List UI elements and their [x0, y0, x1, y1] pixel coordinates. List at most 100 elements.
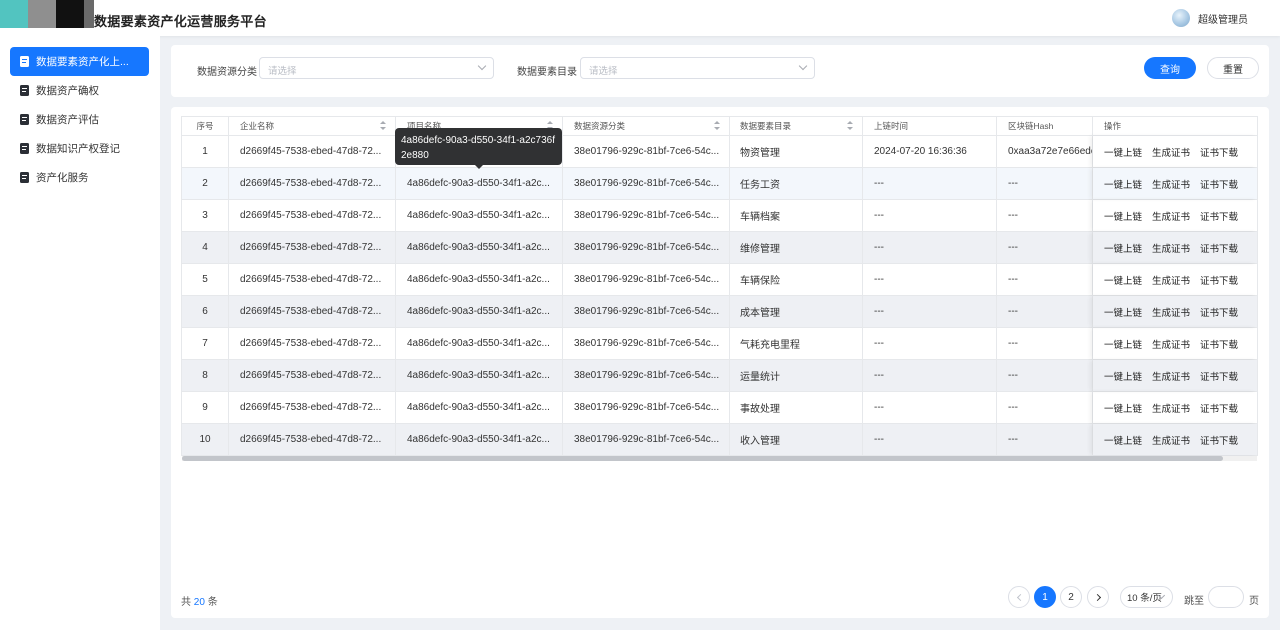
category-select-placeholder: 请选择: [268, 66, 297, 77]
table-row[interactable]: 1d2669f45-7538-ebed-47d8-72...4a86defc-9…: [181, 136, 1258, 168]
cell-index: 7: [182, 328, 229, 359]
download-certificate-button[interactable]: 证书下载: [1200, 241, 1238, 255]
generate-certificate-button[interactable]: 生成证书: [1152, 273, 1190, 287]
column-header-label: 企业名称: [240, 121, 275, 131]
filter-panel: 数据资源分类 请选择 数据要素目录 请选择 查询 重置: [171, 45, 1269, 97]
cell-company: d2669f45-7538-ebed-47d8-72...: [229, 264, 396, 295]
chain-button[interactable]: 一键上链: [1104, 273, 1142, 287]
column-header-index: 序号: [182, 117, 229, 135]
table-row[interactable]: 6 d2669f45-7538-ebed-47d8-72... 4a86defc-9…: [181, 296, 1258, 328]
table-row[interactable]: 3 d2669f45-7538-ebed-47d8-72... 4a86defc-9…: [181, 200, 1258, 232]
cell-category: 38e01796-929c-81bf-7ce6-54c...: [563, 392, 730, 423]
chain-button[interactable]: 一键上链: [1104, 337, 1142, 351]
table-row[interactable]: 5 d2669f45-7538-ebed-47d8-72... 4a86defc-9…: [181, 264, 1258, 296]
scrollbar-thumb[interactable]: [182, 456, 1223, 461]
cell-hash: ---: [997, 232, 1093, 263]
download-certificate-button[interactable]: 证书下载: [1200, 273, 1238, 287]
sidebar-item-asset-chain[interactable]: 数据要素资产化上...: [10, 47, 149, 76]
download-certificate-button[interactable]: 证书下载: [1200, 433, 1238, 447]
cell-chain-time: ---: [863, 328, 997, 359]
generate-certificate-button[interactable]: 生成证书: [1152, 369, 1190, 383]
next-page-button[interactable]: [1087, 586, 1109, 608]
chain-button[interactable]: 一键上链: [1104, 145, 1142, 159]
generate-certificate-button[interactable]: 生成证书: [1152, 401, 1190, 415]
sidebar-item-asset-evaluation[interactable]: 数据资产评估: [10, 105, 149, 134]
cell-hash: ---: [997, 392, 1093, 423]
sidebar-item-asset-services[interactable]: 资产化服务: [10, 163, 149, 192]
user-menu[interactable]: 超级管理员: [1172, 9, 1248, 27]
column-header-category[interactable]: 数据资源分类: [563, 117, 730, 135]
cell-hash: ---: [997, 360, 1093, 391]
chain-button[interactable]: 一键上链: [1104, 401, 1142, 415]
table-row[interactable]: 8 d2669f45-7538-ebed-47d8-72... 4a86defc-9…: [181, 360, 1258, 392]
horizontal-scrollbar[interactable]: [182, 456, 1257, 461]
chain-button[interactable]: 一键上链: [1104, 369, 1142, 383]
column-header-catalog[interactable]: 数据要素目录: [730, 117, 863, 135]
chain-button[interactable]: 一键上链: [1104, 177, 1142, 191]
reset-button[interactable]: 重置: [1207, 57, 1259, 79]
table-row[interactable]: 9 d2669f45-7538-ebed-47d8-72... 4a86defc-9…: [181, 392, 1258, 424]
generate-certificate-button[interactable]: 生成证书: [1152, 305, 1190, 319]
table-row[interactable]: 10 d2669f45-7538-ebed-47d8-72... 4a86defc-…: [181, 424, 1258, 456]
sort-icon[interactable]: [847, 121, 853, 131]
category-filter-label: 数据资源分类: [197, 67, 257, 78]
document-icon: [20, 56, 29, 67]
chain-button[interactable]: 一键上链: [1104, 209, 1142, 223]
cell-chain-time: ---: [863, 232, 997, 263]
generate-certificate-button[interactable]: 生成证书: [1152, 209, 1190, 223]
download-certificate-button[interactable]: 证书下载: [1200, 305, 1238, 319]
page-button-1[interactable]: 1: [1034, 586, 1056, 608]
cell-catalog: 运量统计: [730, 360, 863, 391]
chain-button[interactable]: 一键上链: [1104, 305, 1142, 319]
generate-certificate-button[interactable]: 生成证书: [1152, 241, 1190, 255]
catalog-select[interactable]: 请选择: [580, 57, 815, 79]
cell-category: 38e01796-929c-81bf-7ce6-54c...: [563, 360, 730, 391]
page-button-2[interactable]: 2: [1060, 586, 1082, 608]
generate-certificate-button[interactable]: 生成证书: [1152, 433, 1190, 447]
cell-chain-time: ---: [863, 168, 997, 199]
category-select[interactable]: 请选择: [259, 57, 494, 79]
cell-hash: ---: [997, 296, 1093, 327]
user-name[interactable]: 超级管理员: [1198, 11, 1248, 26]
logo-redacted: [84, 0, 94, 28]
avatar[interactable]: [1172, 9, 1190, 27]
table-row[interactable]: 2 d2669f45-7538-ebed-47d8-72... 4a86defc-9…: [181, 168, 1258, 200]
download-certificate-button[interactable]: 证书下载: [1200, 177, 1238, 191]
download-certificate-button[interactable]: 证书下载: [1200, 401, 1238, 415]
cell-hash: ---: [997, 168, 1093, 199]
cell-chain-time: ---: [863, 392, 997, 423]
total-number: 20: [193, 597, 205, 608]
chain-button[interactable]: 一键上链: [1104, 433, 1142, 447]
table-row[interactable]: 7 d2669f45-7538-ebed-47d8-72... 4a86defc-9…: [181, 328, 1258, 360]
cell-category: 38e01796-929c-81bf-7ce6-54c...: [563, 200, 730, 231]
cell-project: 4a86defc-90a3-d550-34f1-a2c...: [396, 328, 563, 359]
query-button[interactable]: 查询: [1144, 57, 1196, 79]
cell-project: 4a86defc-90a3-d550-34f1-a2c...: [396, 392, 563, 423]
prev-page-button[interactable]: [1008, 586, 1030, 608]
download-certificate-button[interactable]: 证书下载: [1200, 369, 1238, 383]
cell-company: d2669f45-7538-ebed-47d8-72...: [229, 328, 396, 359]
download-certificate-button[interactable]: 证书下载: [1200, 209, 1238, 223]
row-actions: 一键上链 生成证书 证书下载: [1093, 328, 1257, 359]
cell-chain-time: ---: [863, 296, 997, 327]
page-size-select[interactable]: 10 条/页: [1120, 586, 1173, 608]
download-certificate-button[interactable]: 证书下载: [1200, 337, 1238, 351]
sort-icon[interactable]: [714, 121, 720, 131]
sidebar-item-asset-rights[interactable]: 数据资产确权: [10, 76, 149, 105]
top-header: 数据要素资产化运营服务平台 超级管理员: [0, 0, 1280, 36]
generate-certificate-button[interactable]: 生成证书: [1152, 337, 1190, 351]
catalog-select-placeholder: 请选择: [589, 66, 618, 77]
sort-icon[interactable]: [380, 121, 386, 131]
download-certificate-button[interactable]: 证书下载: [1200, 145, 1238, 159]
row-actions: 一键上链 生成证书 证书下载: [1093, 200, 1257, 231]
cell-category: 38e01796-929c-81bf-7ce6-54c...: [563, 424, 730, 455]
chain-button[interactable]: 一键上链: [1104, 241, 1142, 255]
row-actions: 一键上链 生成证书 证书下载: [1093, 168, 1257, 199]
sidebar-item-ip-registration[interactable]: 数据知识产权登记: [10, 134, 149, 163]
jump-page-input[interactable]: [1208, 586, 1244, 608]
table-row[interactable]: 4 d2669f45-7538-ebed-47d8-72... 4a86defc-9…: [181, 232, 1258, 264]
generate-certificate-button[interactable]: 生成证书: [1152, 177, 1190, 191]
cell-hash: ---: [997, 328, 1093, 359]
column-header-company[interactable]: 企业名称: [229, 117, 396, 135]
generate-certificate-button[interactable]: 生成证书: [1152, 145, 1190, 159]
